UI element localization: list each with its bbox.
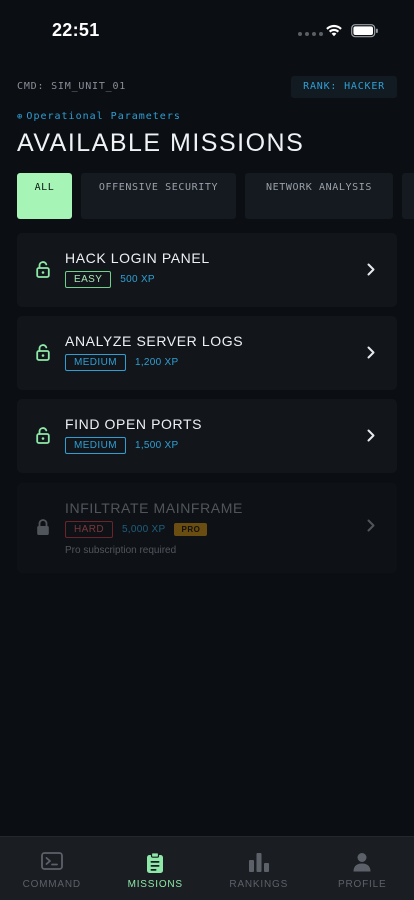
- filter-chip-overflow[interactable]: [402, 173, 414, 219]
- cmd-label: CMD: SIM_UNIT_01: [17, 81, 127, 92]
- chevron-right-icon: [367, 263, 375, 276]
- header-row: CMD: SIM_UNIT_01 RANK: HACKER: [17, 76, 397, 98]
- filter-chip-offensive-security[interactable]: OFFENSIVE SECURITY: [81, 173, 236, 219]
- page-title: AVAILABLE MISSIONS: [17, 129, 305, 157]
- pro-badge: PRO: [174, 523, 208, 536]
- tab-command[interactable]: COMMAND: [0, 837, 104, 900]
- wifi-icon: [326, 24, 342, 37]
- mission-card[interactable]: HACK LOGIN PANEL EASY 500 XP: [17, 233, 397, 307]
- xp-reward: 500 XP: [120, 274, 155, 285]
- status-time: 22:51: [52, 20, 100, 40]
- tab-rankings[interactable]: RANKINGS: [207, 837, 311, 900]
- mission-meta: EASY 500 XP: [65, 271, 155, 288]
- xp-reward: 1,200 XP: [134, 357, 179, 368]
- mission-meta: HARD 5,000 XP PRO: [65, 521, 208, 538]
- unlock-icon: [36, 427, 50, 444]
- mission-card[interactable]: FIND OPEN PORTS MEDIUM 1,500 XP: [17, 399, 397, 473]
- chevron-right-icon: [367, 346, 375, 359]
- mission-card-locked[interactable]: INFILTRATE MAINFRAME HARD 5,000 XP PRO P…: [17, 483, 397, 573]
- xp-reward: 1,500 XP: [134, 440, 179, 451]
- mission-card[interactable]: ANALYZE SERVER LOGS MEDIUM 1,200 XP: [17, 316, 397, 390]
- xp-reward: 5,000 XP: [121, 524, 166, 535]
- tab-label: PROFILE: [338, 879, 387, 890]
- terminal-icon: [40, 852, 63, 870]
- unlock-icon: [36, 261, 50, 278]
- mission-title: FIND OPEN PORTS: [65, 416, 203, 432]
- status-bar: 22:51: [0, 0, 414, 60]
- tab-label: RANKINGS: [229, 879, 289, 890]
- unlock-icon: [36, 344, 50, 361]
- chevron-right-icon: [367, 519, 375, 532]
- difficulty-badge: MEDIUM: [65, 354, 126, 371]
- filter-chips: ALL OFFENSIVE SECURITY NETWORK ANALYSIS: [17, 173, 414, 219]
- tab-missions[interactable]: MISSIONS: [104, 837, 208, 900]
- tab-label: MISSIONS: [127, 879, 183, 890]
- tab-label: COMMAND: [22, 879, 81, 890]
- bar-chart-icon: [248, 853, 269, 872]
- lock-icon: [37, 519, 49, 535]
- rank-badge: RANK: HACKER: [291, 76, 397, 98]
- battery-icon: [351, 24, 378, 38]
- difficulty-badge: EASY: [65, 271, 112, 288]
- difficulty-badge: MEDIUM: [65, 437, 126, 454]
- tab-profile[interactable]: PROFILE: [311, 837, 414, 900]
- chevron-right-icon: [367, 429, 375, 442]
- difficulty-badge: HARD: [65, 521, 113, 538]
- filter-chip-network-analysis[interactable]: NETWORK ANALYSIS: [245, 173, 393, 219]
- mission-title: INFILTRATE MAINFRAME: [65, 500, 243, 516]
- mission-title: HACK LOGIN PANEL: [65, 250, 210, 266]
- mission-meta: MEDIUM 1,200 XP: [65, 354, 179, 371]
- person-icon: [353, 853, 371, 872]
- pro-required-note: Pro subscription required: [65, 545, 177, 556]
- filter-chip-all[interactable]: ALL: [17, 173, 72, 219]
- bottom-tab-bar: COMMAND MISSIONS RANKINGS PROFILE: [0, 836, 414, 900]
- mission-meta: MEDIUM 1,500 XP: [65, 437, 179, 454]
- mission-title: ANALYZE SERVER LOGS: [65, 333, 244, 349]
- section-subtitle: ⊕ Operational Parameters: [17, 111, 181, 122]
- clipboard-icon: [147, 852, 164, 873]
- target-icon: ⊕: [17, 112, 24, 122]
- cellular-signal-icon: [298, 32, 323, 36]
- subtitle-text: Operational Parameters: [26, 111, 181, 122]
